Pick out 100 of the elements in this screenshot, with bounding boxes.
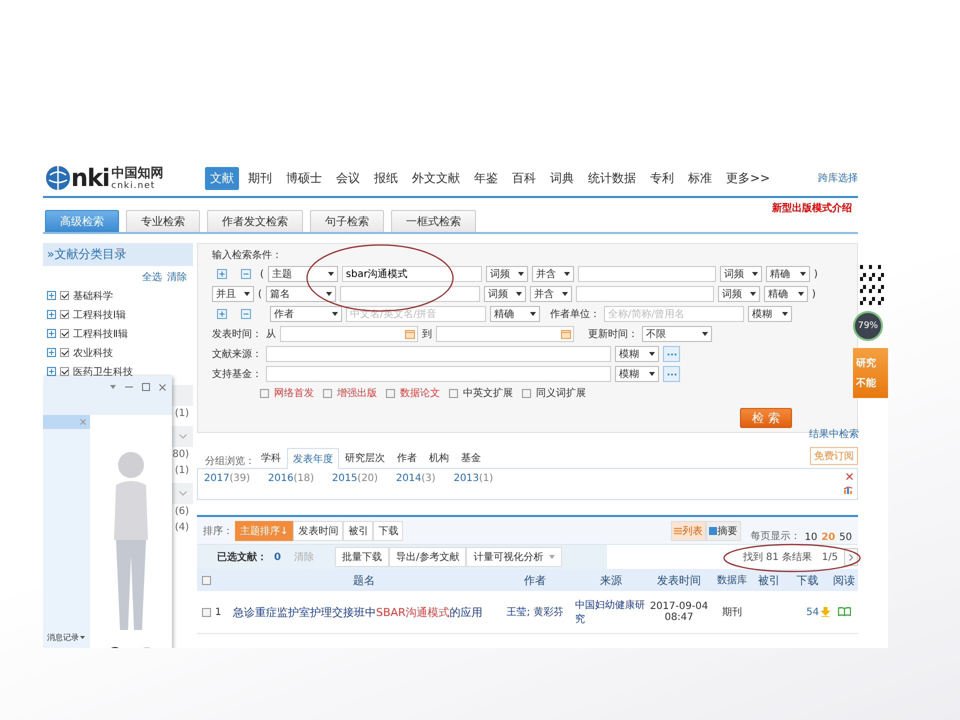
- date-field[interactable]: [280, 326, 418, 342]
- select-all-checkbox[interactable]: [202, 576, 211, 584]
- maximize-icon[interactable]: [142, 383, 150, 391]
- input-field[interactable]: [266, 366, 611, 382]
- nav-tab[interactable]: 文献: [205, 166, 239, 190]
- search-within-link[interactable]: 结果中检索: [809, 427, 859, 441]
- dropdown[interactable]: 精确: [490, 306, 540, 322]
- nav-tab[interactable]: 百科: [507, 166, 541, 190]
- option-label[interactable]: 增强出版: [337, 386, 377, 400]
- dropdown[interactable]: 精确: [764, 286, 808, 302]
- input-field[interactable]: [340, 286, 480, 302]
- minimize-icon[interactable]: [125, 386, 133, 388]
- per-page-option[interactable]: 50: [839, 532, 852, 543]
- dropdown[interactable]: 模糊: [615, 366, 659, 382]
- ellipsis-icon[interactable]: [666, 372, 676, 376]
- group-tab[interactable]: 发表年度: [287, 448, 339, 469]
- list-icon[interactable]: [674, 526, 682, 534]
- checkbox[interactable]: [260, 388, 269, 398]
- input-field[interactable]: [576, 286, 714, 302]
- checkbox[interactable]: [522, 388, 531, 398]
- date-field[interactable]: [436, 326, 574, 342]
- dropdown[interactable]: 并且: [212, 286, 254, 302]
- close-icon[interactable]: [159, 384, 166, 390]
- action-button[interactable]: 导出/参考文献: [388, 547, 466, 567]
- more-button[interactable]: [663, 366, 680, 382]
- dropdown[interactable]: 篇名: [266, 286, 336, 302]
- speed-widget[interactable]: 79%: [853, 311, 883, 341]
- nav-tab[interactable]: 博硕士: [281, 166, 327, 190]
- search-tab[interactable]: 专业检索: [126, 210, 200, 232]
- dropdown[interactable]: 词频: [484, 286, 526, 302]
- remove-icon[interactable]: [241, 269, 251, 279]
- add-icon[interactable]: [217, 269, 227, 279]
- group-tab[interactable]: 学科: [255, 447, 287, 468]
- view-toggle[interactable]: 摘要: [706, 520, 741, 540]
- select-all-link[interactable]: 全选: [142, 270, 162, 284]
- year-link[interactable]: 2016(18): [268, 473, 314, 499]
- nav-tab[interactable]: 会议: [331, 166, 365, 190]
- checkbox[interactable]: [386, 388, 395, 398]
- book-icon[interactable]: [838, 606, 850, 616]
- option-label[interactable]: 同义词扩展: [536, 386, 586, 400]
- nav-tab[interactable]: 报纸: [369, 166, 403, 190]
- input-field[interactable]: 全称/简称/曾用名: [604, 306, 744, 322]
- chevron-icon[interactable]: [179, 434, 187, 439]
- sort-button[interactable]: 被引: [343, 520, 374, 540]
- nav-tab[interactable]: 更多>>: [721, 166, 776, 190]
- category-item[interactable]: 基础科学: [73, 288, 113, 302]
- expand-icon[interactable]: [47, 367, 56, 376]
- sort-button[interactable]: 发表时间: [293, 520, 344, 540]
- checkbox[interactable]: [60, 291, 69, 300]
- nav-tab[interactable]: 标准: [683, 166, 717, 190]
- nav-tab[interactable]: 年鉴: [469, 166, 503, 190]
- group-tab[interactable]: 作者: [391, 447, 423, 468]
- nav-tab[interactable]: 期刊: [243, 166, 277, 190]
- sort-button[interactable]: 下载: [373, 520, 404, 540]
- dropdown[interactable]: 主题: [268, 266, 338, 282]
- nav-tab[interactable]: 专利: [645, 166, 679, 190]
- search-tab[interactable]: 作者发文检索: [207, 210, 303, 232]
- checkbox[interactable]: [60, 367, 69, 376]
- chevron-right-icon[interactable]: [849, 554, 853, 560]
- nav-tab[interactable]: 词典: [545, 166, 579, 190]
- year-link[interactable]: 2013(1): [454, 473, 494, 499]
- calendar-icon[interactable]: [561, 329, 571, 339]
- cross-db-link[interactable]: 跨库选择: [818, 171, 858, 185]
- checkbox[interactable]: [323, 388, 332, 398]
- more-button[interactable]: [663, 346, 680, 362]
- category-item[interactable]: 工程科技Ⅱ辑: [73, 326, 128, 340]
- checkbox[interactable]: [60, 310, 69, 319]
- ellipsis-icon[interactable]: [666, 352, 676, 356]
- checkbox[interactable]: [449, 388, 458, 398]
- article-title-link[interactable]: 急诊重症监护室护理交接班中SBAR沟通模式的应用: [233, 606, 483, 618]
- dropdown[interactable]: 词频: [720, 266, 762, 282]
- category-item[interactable]: 工程科技Ⅰ辑: [73, 308, 126, 322]
- close-icon[interactable]: [846, 473, 853, 480]
- expand-icon[interactable]: [47, 329, 56, 338]
- per-page-option[interactable]: 10: [804, 532, 818, 543]
- nav-tab[interactable]: 统计数据: [583, 166, 641, 190]
- expand-icon[interactable]: [47, 348, 56, 357]
- option-label[interactable]: 网络首发: [274, 386, 314, 400]
- row-checkbox[interactable]: [202, 608, 211, 616]
- dropdown[interactable]: 并含: [532, 266, 574, 282]
- action-button[interactable]: 计量可视化分析: [466, 547, 562, 567]
- chevron-icon[interactable]: [179, 491, 187, 496]
- checkbox[interactable]: [60, 348, 69, 357]
- dropdown[interactable]: 不限: [642, 326, 712, 342]
- input-field[interactable]: [266, 346, 611, 362]
- dropdown[interactable]: 精确: [766, 266, 810, 282]
- year-link[interactable]: 2014(3): [396, 473, 436, 499]
- dropdown[interactable]: 作者: [270, 306, 342, 322]
- download-icon[interactable]: [821, 607, 830, 617]
- add-icon[interactable]: [217, 309, 227, 319]
- close-icon[interactable]: [80, 419, 86, 425]
- caret-icon[interactable]: [80, 636, 85, 639]
- dropdown[interactable]: 词频: [718, 286, 760, 302]
- square-icon[interactable]: [708, 526, 717, 534]
- checkbox[interactable]: [60, 329, 69, 338]
- dropdown[interactable]: 并含: [530, 286, 572, 302]
- option-label[interactable]: 数据论文: [400, 386, 440, 400]
- year-link[interactable]: 2017(39): [204, 473, 250, 499]
- calendar-icon[interactable]: [405, 329, 415, 339]
- expand-icon[interactable]: [47, 291, 56, 300]
